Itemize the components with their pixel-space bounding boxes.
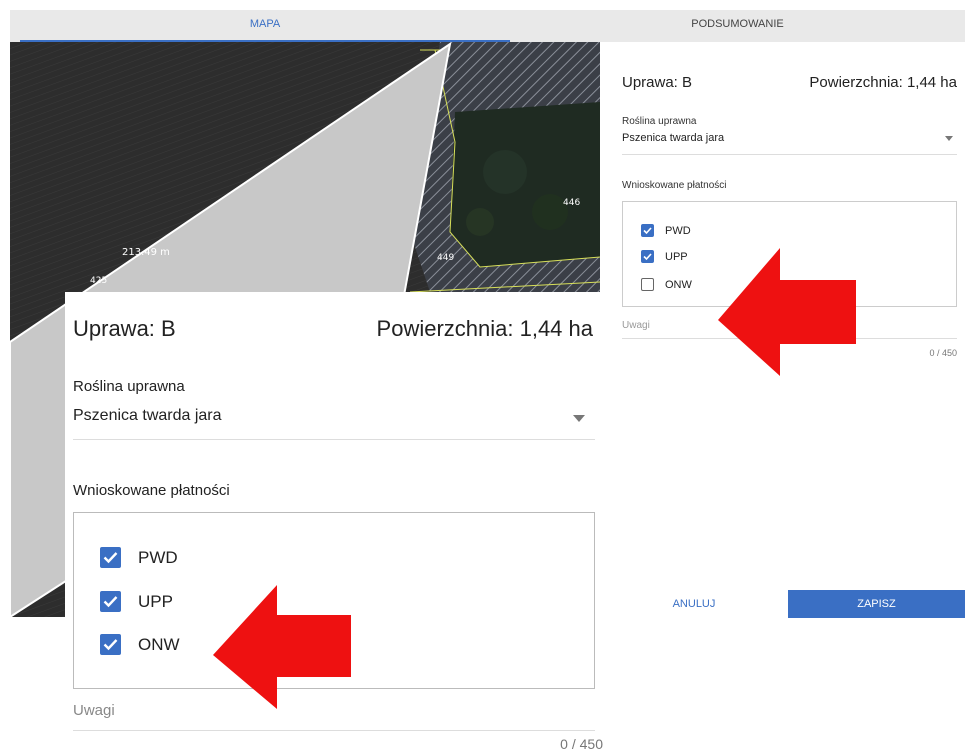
tab-bar: MAPA PODSUMOWANIE	[10, 10, 965, 42]
area-value: Powierzchnia: 1,44 ha	[809, 74, 957, 91]
tab-mapa[interactable]: MAPA	[20, 10, 510, 42]
checkbox-checked-icon[interactable]	[100, 547, 121, 568]
checkbox-checked-icon[interactable]	[641, 224, 654, 237]
measurement-label: 213.49 m	[122, 247, 170, 258]
area-value: Powierzchnia: 1,44 ha	[376, 316, 593, 341]
tab-podsumowanie[interactable]: PODSUMOWANIE	[510, 10, 965, 40]
red-arrow-icon	[718, 248, 856, 376]
checkbox-checked-icon[interactable]	[100, 634, 121, 655]
notes-counter: 0 / 450	[560, 736, 603, 752]
cancel-button[interactable]: ANULUJ	[600, 590, 788, 618]
payments-label: Wnioskowane płatności	[622, 180, 727, 191]
payment-label: ONW	[138, 635, 180, 654]
panel-header: Uprawa: B Powierzchnia: 1,44 ha	[73, 316, 593, 346]
payment-label: PWD	[665, 225, 691, 237]
crop-title: Uprawa: B	[73, 316, 176, 341]
crop-select-value: Pszenica twarda jara	[73, 407, 222, 424]
red-arrow-icon	[213, 585, 351, 709]
crop-label: Roślina uprawna	[622, 116, 697, 127]
checkbox-checked-icon[interactable]	[100, 591, 121, 612]
parcel-label-449: 449	[437, 253, 454, 263]
crop-select[interactable]: Pszenica twarda jara	[73, 407, 595, 440]
chevron-down-icon	[573, 415, 585, 422]
crop-select[interactable]: Pszenica twarda jara	[622, 132, 957, 155]
panel-header: Uprawa: B Powierzchnia: 1,44 ha	[622, 74, 957, 98]
payment-label: ONW	[665, 279, 692, 291]
panel-actions: ANULUJ ZAPISZ	[600, 590, 965, 618]
save-button[interactable]: ZAPISZ	[788, 590, 965, 618]
chevron-down-icon	[945, 136, 953, 141]
checkbox-unchecked-icon[interactable]	[641, 278, 654, 291]
payment-label: UPP	[138, 592, 173, 611]
checkbox-checked-icon[interactable]	[641, 250, 654, 263]
crop-title: Uprawa: B	[622, 74, 693, 91]
payments-label: Wnioskowane płatności	[73, 482, 230, 499]
crop-select-value: Pszenica twarda jara	[622, 132, 725, 144]
parcel-label-425: 425	[90, 276, 107, 286]
notes-counter: 0 / 450	[929, 348, 957, 358]
parcel-label-446: 446	[563, 198, 580, 208]
payment-label: UPP	[665, 251, 688, 263]
payment-label: PWD	[138, 548, 178, 567]
crop-label: Roślina uprawna	[73, 378, 185, 395]
